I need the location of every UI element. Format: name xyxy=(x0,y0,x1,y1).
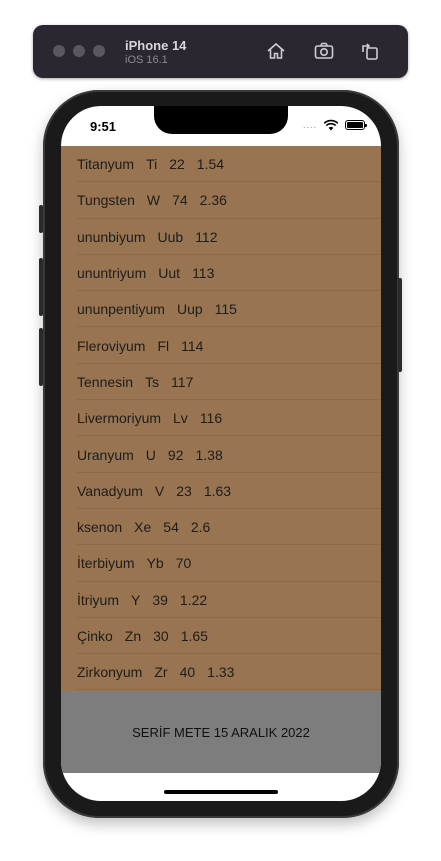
element-value: 2.6 xyxy=(190,519,211,536)
element-name: Uranyum xyxy=(77,446,134,463)
element-symbol: Zn xyxy=(124,628,142,644)
element-value: 1.63 xyxy=(203,482,232,499)
element-symbol: V xyxy=(154,482,165,499)
list-item[interactable]: ununpentiyum Uup 115 xyxy=(61,291,381,328)
list-item[interactable]: Uranyum U 92 1.38 xyxy=(61,436,381,473)
element-value: 1.22 xyxy=(179,591,208,608)
element-value: 2.36 xyxy=(199,192,227,209)
atomic-number: 117 xyxy=(171,373,194,390)
list-item[interactable]: Tungsten W 74 2.36 xyxy=(61,182,381,219)
atomic-number: 113 xyxy=(192,265,215,282)
element-name: İtriyum xyxy=(77,591,119,608)
power-button xyxy=(398,278,402,372)
element-name: ununbiyum xyxy=(77,228,146,245)
phone-screen: 9:51 .... Titanyum Ti 22 1.54 Tungsten W 74 2.… xyxy=(61,106,381,801)
element-value: 1.33 xyxy=(207,664,235,681)
element-symbol: Uup xyxy=(176,301,203,318)
element-symbol: U xyxy=(145,446,156,463)
home-icon[interactable] xyxy=(265,40,287,62)
footer-text: SERİF METE 15 ARALIK 2022 xyxy=(132,724,310,740)
element-value: 1.65 xyxy=(180,628,208,644)
element-name: Titanyum xyxy=(77,156,135,173)
window-zoom-dot[interactable] xyxy=(93,45,105,57)
list-item[interactable]: ununtriyum Uut 113 xyxy=(61,255,381,292)
status-indicators: .... xyxy=(302,119,367,131)
list-item[interactable]: Tennesin Ts 117 xyxy=(61,364,381,401)
signal-dots: .... xyxy=(302,120,317,130)
rotate-icon[interactable] xyxy=(359,40,381,62)
list-item[interactable]: ksenon Xe 54 2.6 xyxy=(61,509,381,546)
screenshot-icon[interactable] xyxy=(313,40,335,62)
wifi-icon xyxy=(323,119,339,131)
element-name: Tungsten xyxy=(77,192,135,209)
atomic-number: 116 xyxy=(199,410,223,427)
atomic-number: 115 xyxy=(214,301,237,318)
list-item[interactable]: Çinko Zn 30 1.65 xyxy=(61,618,381,655)
element-symbol: Xe xyxy=(134,519,152,536)
element-symbol: Uub xyxy=(157,228,184,245)
os-version: iOS 16.1 xyxy=(125,54,168,66)
window-minimize-dot[interactable] xyxy=(73,45,85,57)
home-indicator[interactable] xyxy=(164,790,278,794)
window-close-dot[interactable] xyxy=(53,45,65,57)
element-list[interactable]: Titanyum Ti 22 1.54 Tungsten W 74 2.36 ununbiy… xyxy=(61,146,381,691)
atomic-number: 54 xyxy=(163,519,179,536)
element-symbol: Ti xyxy=(146,156,158,173)
atomic-number: 114 xyxy=(181,337,204,354)
element-name: ununtriyum xyxy=(77,265,147,282)
element-name: Zirkonyum xyxy=(77,664,143,681)
element-symbol: W xyxy=(146,192,161,209)
atomic-number: 22 xyxy=(169,156,185,173)
element-name: Çinko xyxy=(77,628,113,644)
list-item[interactable]: ununbiyum Uub 112 xyxy=(61,219,381,256)
list-item[interactable]: İterbiyum Yb 70 xyxy=(61,545,381,582)
element-name: Tennesin xyxy=(77,373,134,390)
list-item[interactable]: Zirkonyum Zr 40 1.33 xyxy=(61,654,381,691)
list-item[interactable]: Titanyum Ti 22 1.54 xyxy=(61,146,381,183)
element-name: Vanadyum xyxy=(77,482,143,499)
element-value: 1.54 xyxy=(196,156,225,173)
atomic-number: 30 xyxy=(153,628,169,644)
battery-icon xyxy=(345,120,367,130)
atomic-number: 40 xyxy=(179,664,196,681)
atomic-number: 74 xyxy=(172,192,188,209)
element-name: Fleroviyum xyxy=(77,337,146,354)
atomic-number: 112 xyxy=(195,228,218,245)
element-symbol: Zr xyxy=(154,664,168,681)
simulator-toolbar: iPhone 14 iOS 16.1 xyxy=(33,25,408,78)
silent-switch xyxy=(39,205,43,233)
element-symbol: Uut xyxy=(158,265,181,282)
element-symbol: Lv xyxy=(173,410,188,427)
element-symbol: Y xyxy=(131,591,141,608)
notch xyxy=(154,106,288,134)
list-item[interactable]: İtriyum Y 39 1.22 xyxy=(61,582,381,619)
list-item[interactable]: Livermoriyum Lv 116 xyxy=(61,400,381,437)
footer-banner: SERİF METE 15 ARALIK 2022 xyxy=(61,691,381,773)
atomic-number: 70 xyxy=(175,555,192,572)
volume-down-button xyxy=(39,328,43,386)
atomic-number: 92 xyxy=(167,446,184,463)
element-name: İterbiyum xyxy=(77,555,135,572)
device-name: iPhone 14 xyxy=(125,38,187,53)
element-name: ununpentiyum xyxy=(77,301,165,318)
list-item[interactable]: Fleroviyum Fl 114 xyxy=(61,327,381,365)
list-item[interactable]: Vanadyum V 23 1.63 xyxy=(61,473,381,510)
element-name: ksenon xyxy=(77,519,123,536)
element-name: Livermoriyum xyxy=(77,410,162,427)
atomic-number: 39 xyxy=(152,591,168,608)
element-symbol: Yb xyxy=(146,555,164,572)
element-value: 1.38 xyxy=(195,446,223,463)
status-time: 9:51 xyxy=(90,119,117,134)
atomic-number: 23 xyxy=(176,482,192,499)
element-symbol: Ts xyxy=(145,373,160,390)
volume-up-button xyxy=(39,258,43,316)
element-symbol: Fl xyxy=(157,337,170,354)
